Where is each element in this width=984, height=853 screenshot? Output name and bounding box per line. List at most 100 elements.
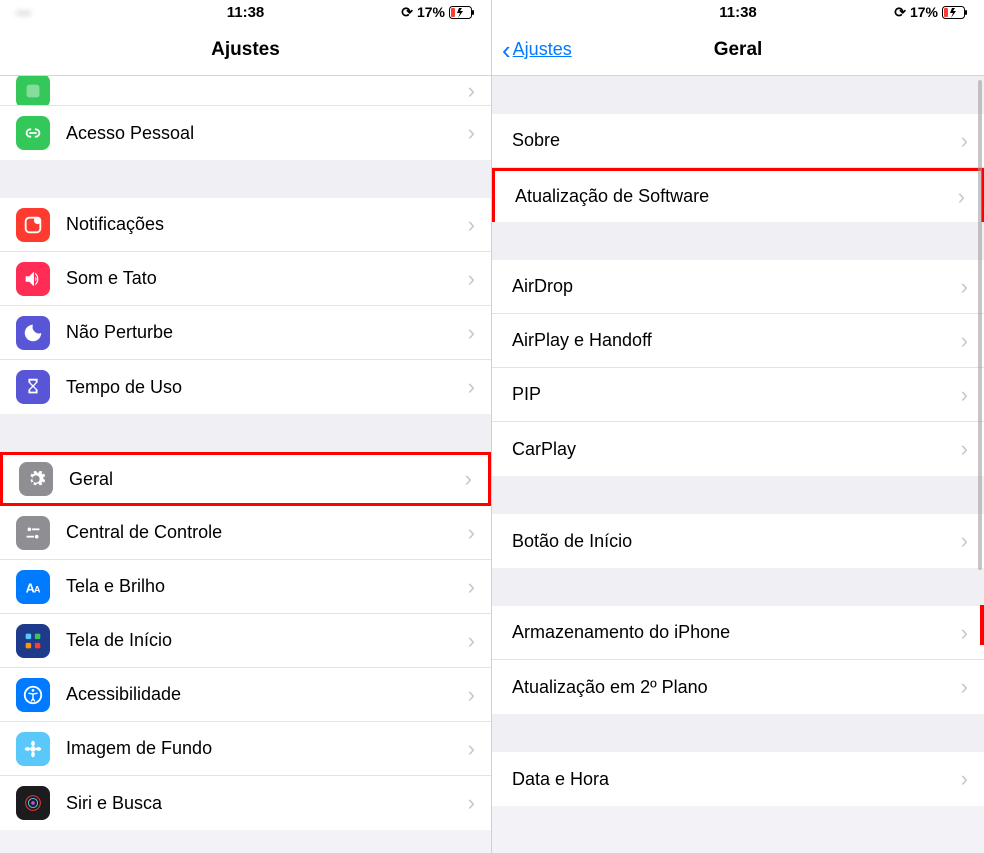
row-label: Notificações [66, 214, 468, 235]
row-date-time[interactable]: Data e Hora › [492, 752, 984, 806]
chevron-right-icon: › [961, 382, 968, 408]
lock-icon: ⟳ [401, 4, 413, 21]
group-separator [492, 76, 984, 114]
row-label: Som e Tato [66, 268, 468, 289]
status-time: 11:38 [227, 4, 265, 21]
row-pip[interactable]: PIP › [492, 368, 984, 422]
status-bar: --- 11:38 ⟳ 17% [0, 0, 491, 24]
back-label: Ajustes [513, 39, 572, 60]
chevron-right-icon: › [961, 274, 968, 300]
flower-icon [16, 732, 50, 766]
row-about[interactable]: Sobre › [492, 114, 984, 168]
nav-bar: Ajustes [0, 24, 491, 76]
partial-row[interactable]: › [0, 76, 491, 106]
row-screen-time[interactable]: Tempo de Uso › [0, 360, 491, 414]
chevron-right-icon: › [465, 466, 472, 492]
link-icon [16, 116, 50, 150]
row-storage[interactable]: Armazenamento do iPhone › [492, 606, 984, 660]
row-label: Armazenamento do iPhone [512, 622, 961, 643]
grid-icon [16, 624, 50, 658]
sliders-icon [16, 516, 50, 550]
text-size-icon: AA [16, 570, 50, 604]
chevron-right-icon: › [468, 736, 475, 762]
row-dnd[interactable]: Não Perturbe › [0, 306, 491, 360]
notifications-icon [16, 208, 50, 242]
chevron-right-icon: › [961, 620, 968, 646]
sound-icon [16, 262, 50, 296]
battery-percent: 17% [417, 4, 445, 20]
svg-text:A: A [34, 584, 41, 594]
battery-percent: 17% [910, 4, 938, 20]
row-airplay[interactable]: AirPlay e Handoff › [492, 314, 984, 368]
chevron-right-icon: › [468, 266, 475, 292]
row-general[interactable]: Geral › [0, 452, 491, 506]
row-label: Geral [69, 469, 465, 490]
row-label: Botão de Início [512, 531, 961, 552]
back-button[interactable]: ‹ Ajustes [502, 37, 572, 63]
chevron-right-icon: › [468, 790, 475, 816]
row-carplay[interactable]: CarPlay › [492, 422, 984, 476]
phone-settings: --- 11:38 ⟳ 17% Ajustes › [0, 0, 492, 853]
row-airdrop[interactable]: AirDrop › [492, 260, 984, 314]
row-label: Não Perturbe [66, 322, 468, 343]
chevron-right-icon: › [961, 128, 968, 154]
lock-icon: ⟳ [894, 4, 906, 21]
group-separator [0, 160, 491, 198]
scrollbar[interactable] [978, 80, 982, 570]
row-software-update[interactable]: Atualização de Software › [492, 168, 984, 222]
row-notifications[interactable]: Notificações › [0, 198, 491, 252]
general-list[interactable]: Sobre › Atualização de Software › AirDro… [492, 76, 984, 806]
chevron-right-icon: › [468, 628, 475, 654]
row-siri[interactable]: Siri e Busca › [0, 776, 491, 830]
row-personal-hotspot[interactable]: Acesso Pessoal › [0, 106, 491, 160]
status-right: ⟳ 17% [401, 4, 475, 21]
row-label: Atualização de Software [515, 186, 958, 207]
row-label: Tempo de Uso [66, 377, 468, 398]
group-separator [492, 222, 984, 260]
row-home-screen[interactable]: Tela de Início › [0, 614, 491, 668]
page-title: Ajustes [211, 39, 280, 61]
chevron-right-icon: › [468, 574, 475, 600]
group-separator [0, 414, 491, 452]
row-label: Acesso Pessoal [66, 123, 468, 144]
group-separator [492, 568, 984, 606]
phone-general: . 11:38 ⟳ 17% ‹ Ajustes Geral Sobre › At… [492, 0, 984, 853]
highlight-edge [980, 605, 984, 645]
nav-bar: ‹ Ajustes Geral [492, 24, 984, 76]
row-label: Imagem de Fundo [66, 738, 468, 759]
chevron-left-icon: ‹ [502, 37, 511, 63]
row-label: Data e Hora [512, 769, 961, 790]
chevron-right-icon: › [468, 320, 475, 346]
row-sounds[interactable]: Som e Tato › [0, 252, 491, 306]
moon-icon [16, 316, 50, 350]
chevron-right-icon: › [468, 120, 475, 146]
chevron-right-icon: › [961, 766, 968, 792]
chevron-right-icon: › [468, 682, 475, 708]
row-accessibility[interactable]: Acessibilidade › [0, 668, 491, 722]
chevron-right-icon: › [468, 374, 475, 400]
row-label: Atualização em 2º Plano [512, 677, 961, 698]
settings-list[interactable]: › Acesso Pessoal › Notificações › [0, 76, 491, 830]
status-time: 11:38 [719, 4, 757, 21]
chevron-right-icon: › [961, 528, 968, 554]
gear-icon [19, 462, 53, 496]
row-label: PIP [512, 384, 961, 405]
row-wallpaper[interactable]: Imagem de Fundo › [0, 722, 491, 776]
row-control-center[interactable]: Central de Controle › [0, 506, 491, 560]
chevron-right-icon: › [958, 184, 965, 210]
row-background-refresh[interactable]: Atualização em 2º Plano › [492, 660, 984, 714]
row-home-button[interactable]: Botão de Início › [492, 514, 984, 568]
status-right: ⟳ 17% [894, 4, 968, 21]
row-label: Acessibilidade [66, 684, 468, 705]
status-bar: . 11:38 ⟳ 17% [492, 0, 984, 24]
group-separator [492, 476, 984, 514]
page-title: Geral [714, 39, 763, 61]
row-label: Siri e Busca [66, 793, 468, 814]
chevron-right-icon: › [961, 674, 968, 700]
row-display[interactable]: AA Tela e Brilho › [0, 560, 491, 614]
chevron-right-icon: › [468, 212, 475, 238]
siri-icon [16, 786, 50, 820]
row-label: AirDrop [512, 276, 961, 297]
chevron-right-icon: › [961, 436, 968, 462]
accessibility-icon [16, 678, 50, 712]
